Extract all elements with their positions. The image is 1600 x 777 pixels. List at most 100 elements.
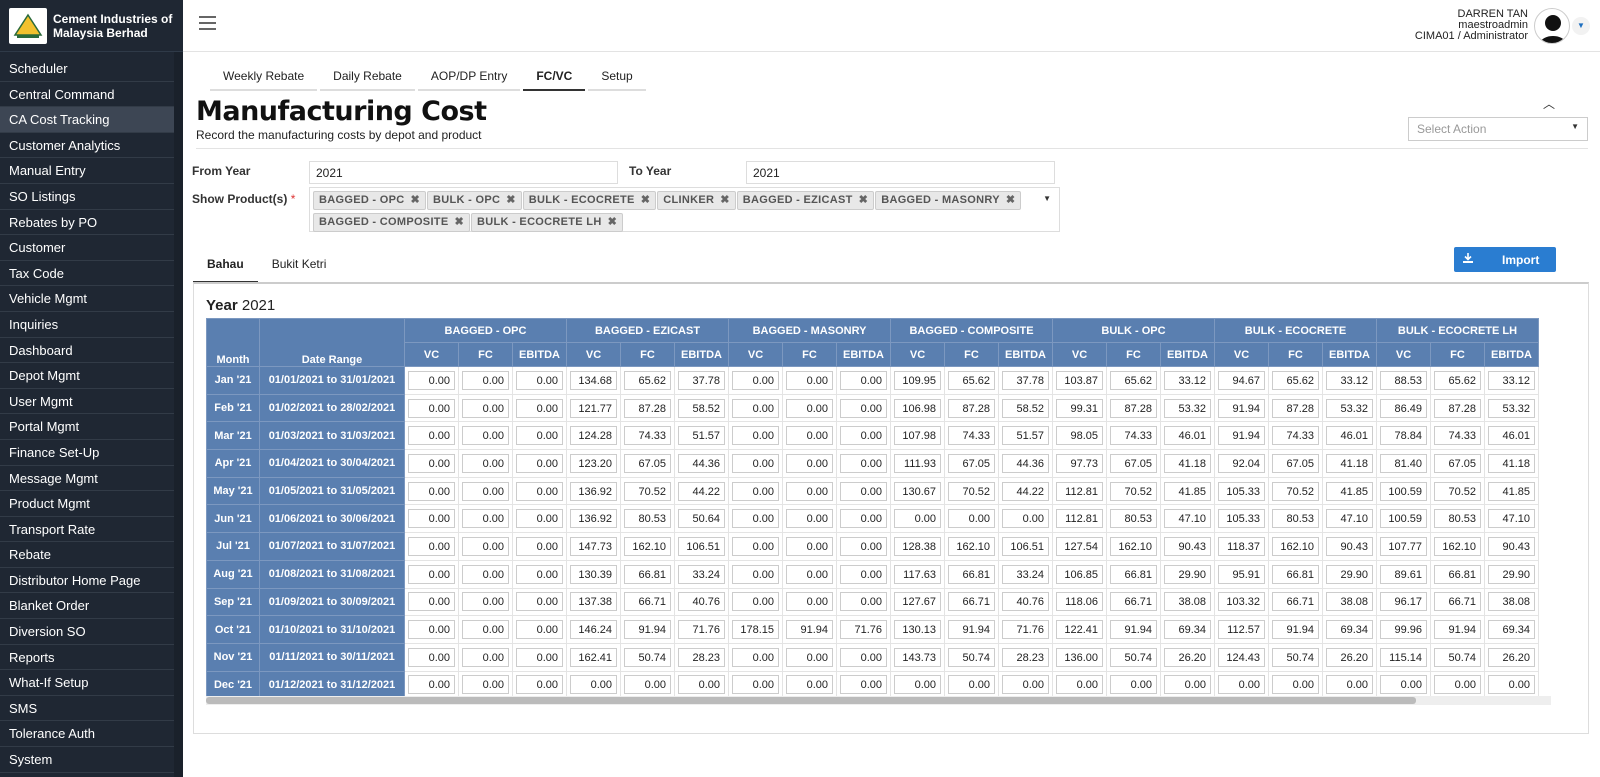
cost-input[interactable]: 146.24 [570,620,617,640]
cost-input[interactable]: 0.00 [408,592,455,612]
cost-input[interactable]: 95.91 [1218,564,1265,584]
cost-input[interactable]: 136.00 [1056,647,1103,667]
cost-input[interactable]: 90.43 [1164,536,1211,556]
cost-input[interactable]: 0.00 [678,675,725,695]
cost-input[interactable]: 81.40 [1380,453,1427,473]
sidebar-item-ca-cost-tracking[interactable]: CA Cost Tracking [0,107,174,133]
cost-input[interactable]: 100.59 [1380,481,1427,501]
cost-input[interactable]: 66.81 [1272,564,1319,584]
cost-input[interactable]: 0.00 [516,647,563,667]
cost-input[interactable]: 70.52 [1434,481,1481,501]
cost-input[interactable]: 0.00 [408,398,455,418]
cost-input[interactable]: 109.95 [894,370,941,390]
cost-input[interactable]: 26.20 [1326,647,1373,667]
cost-input[interactable]: 96.17 [1380,592,1427,612]
cost-input[interactable]: 0.00 [786,370,833,390]
cost-input[interactable]: 105.33 [1218,481,1265,501]
sidebar-item-message-mgmt[interactable]: Message Mgmt [0,466,174,492]
sidebar-item-user-mgmt[interactable]: User Mgmt [0,389,174,415]
cost-input[interactable]: 0.00 [840,370,887,390]
cost-input[interactable]: 0.00 [408,536,455,556]
cost-input[interactable]: 74.33 [1272,426,1319,446]
cost-input[interactable]: 41.18 [1326,453,1373,473]
cost-input[interactable]: 74.33 [1110,426,1157,446]
cost-input[interactable]: 0.00 [732,426,779,446]
collapse-chevron-icon[interactable]: ︿ [1543,95,1555,112]
cost-input[interactable]: 28.23 [678,647,725,667]
sidebar-item-system[interactable]: System [0,747,174,773]
cost-input[interactable]: 0.00 [840,453,887,473]
cost-input[interactable]: 0.00 [786,426,833,446]
cost-input[interactable]: 0.00 [408,620,455,640]
cost-input[interactable]: 0.00 [516,675,563,695]
cost-input[interactable]: 0.00 [1488,675,1535,695]
cost-input[interactable]: 89.61 [1380,564,1427,584]
tab-fc-vc[interactable]: FC/VC [523,66,586,91]
product-chip[interactable]: BAGGED - OPC ✖ [313,191,427,210]
cost-input[interactable]: 99.31 [1056,398,1103,418]
tab-aop-dp-entry[interactable]: AOP/DP Entry [417,66,521,91]
cost-input[interactable]: 38.08 [1326,592,1373,612]
cost-input[interactable]: 118.37 [1218,536,1265,556]
cost-input[interactable]: 0.00 [1434,675,1481,695]
cost-input[interactable]: 66.71 [948,592,995,612]
cost-input[interactable]: 80.53 [1272,509,1319,529]
cost-input[interactable]: 58.52 [1002,398,1049,418]
cost-input[interactable]: 69.34 [1326,620,1373,640]
cost-input[interactable]: 0.00 [624,675,671,695]
cost-input[interactable]: 0.00 [840,647,887,667]
cost-input[interactable]: 0.00 [1326,675,1373,695]
cost-input[interactable]: 0.00 [948,509,995,529]
cost-input[interactable]: 0.00 [786,481,833,501]
cost-input[interactable]: 88.53 [1380,370,1427,390]
remove-chip-icon[interactable]: ✖ [641,194,651,206]
cost-input[interactable]: 124.28 [570,426,617,446]
cost-input[interactable]: 66.71 [1110,592,1157,612]
sidebar-item-reports[interactable]: Reports [0,645,174,671]
remove-chip-icon[interactable]: ✖ [506,194,516,206]
cost-input[interactable]: 137.38 [570,592,617,612]
cost-input[interactable]: 70.52 [1272,481,1319,501]
cost-input[interactable]: 0.00 [840,481,887,501]
import-button[interactable]: Import [1454,247,1556,272]
product-chip[interactable]: CLINKER ✖ [657,191,736,210]
cost-input[interactable]: 46.01 [1164,426,1211,446]
cost-input[interactable]: 0.00 [1164,675,1211,695]
horizontal-scrollbar[interactable] [206,696,1551,705]
cost-input[interactable]: 46.01 [1488,426,1535,446]
cost-input[interactable]: 91.94 [1434,620,1481,640]
cost-input[interactable]: 162.10 [1434,536,1481,556]
user-info[interactable]: DARREN TAN maestroadmin CIMA01 / Adminis… [1415,9,1528,42]
cost-input[interactable]: 65.62 [1272,370,1319,390]
remove-chip-icon[interactable]: ✖ [859,194,869,206]
tab-daily-rebate[interactable]: Daily Rebate [320,66,415,91]
cost-input[interactable]: 74.33 [948,426,995,446]
cost-input[interactable]: 67.05 [1272,453,1319,473]
cost-input[interactable]: 40.76 [678,592,725,612]
cost-input[interactable]: 0.00 [732,398,779,418]
cost-input[interactable]: 66.71 [1434,592,1481,612]
tab-bahau[interactable]: Bahau [193,253,258,283]
cost-input[interactable]: 128.38 [894,536,941,556]
cost-input[interactable]: 103.87 [1056,370,1103,390]
cost-input[interactable]: 41.85 [1488,481,1535,501]
tab-setup[interactable]: Setup [588,66,646,91]
cost-input[interactable]: 86.49 [1380,398,1427,418]
cost-input[interactable]: 26.20 [1164,647,1211,667]
cost-input[interactable]: 66.81 [1110,564,1157,584]
cost-input[interactable]: 53.32 [1164,398,1211,418]
cost-input[interactable]: 162.10 [1110,536,1157,556]
cost-input[interactable]: 0.00 [462,647,509,667]
cost-input[interactable]: 71.76 [1002,620,1049,640]
cost-input[interactable]: 0.00 [786,509,833,529]
cost-input[interactable]: 0.00 [408,453,455,473]
cost-input[interactable]: 112.57 [1218,620,1265,640]
sidebar-item-vehicle-mgmt[interactable]: Vehicle Mgmt [0,286,174,312]
cost-input[interactable]: 98.05 [1056,426,1103,446]
sidebar-item-tax-code[interactable]: Tax Code [0,261,174,287]
cost-input[interactable]: 162.10 [948,536,995,556]
cost-input[interactable]: 67.05 [1434,453,1481,473]
remove-chip-icon[interactable]: ✖ [454,216,464,228]
cost-input[interactable]: 0.00 [408,426,455,446]
cost-input[interactable]: 0.00 [840,564,887,584]
